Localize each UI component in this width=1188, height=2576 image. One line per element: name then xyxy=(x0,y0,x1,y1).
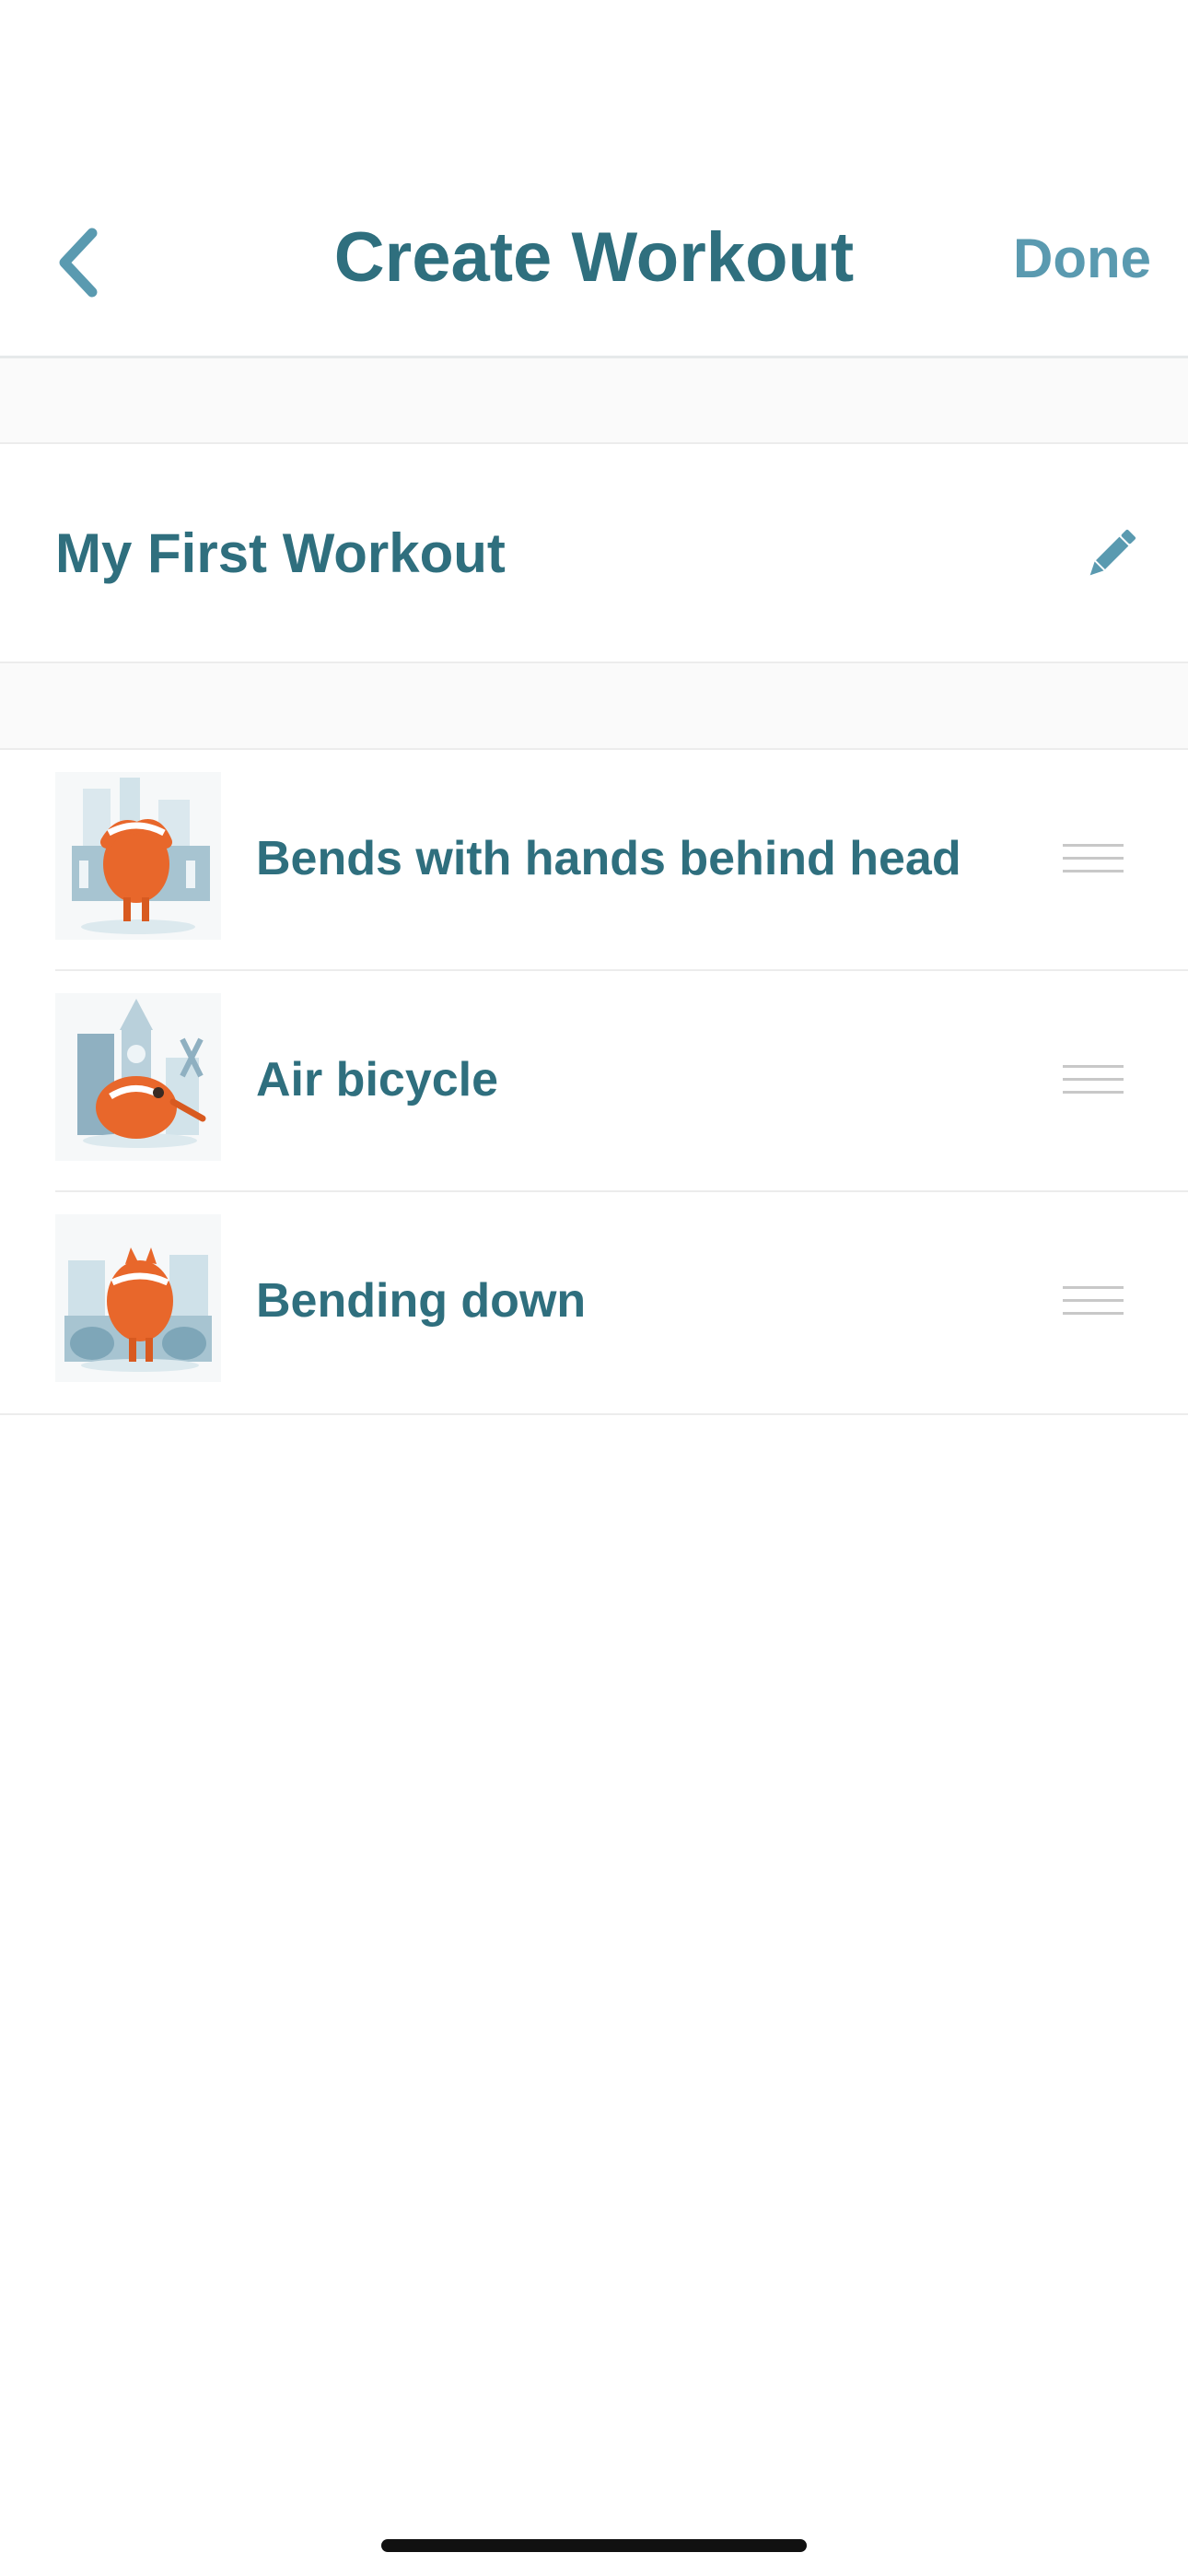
pencil-icon[interactable] xyxy=(1081,523,1142,584)
exercise-illustration xyxy=(55,772,221,940)
list-item[interactable]: Bends with hands behind head xyxy=(55,750,1188,971)
drag-handle-icon[interactable] xyxy=(1063,1061,1124,1098)
exercise-name: Air bicycle xyxy=(256,1053,499,1107)
home-indicator[interactable] xyxy=(381,2539,807,2552)
exercise-name: Bends with hands behind head xyxy=(256,832,961,885)
exercise-name: Bending down xyxy=(256,1274,587,1328)
section-spacer xyxy=(0,663,1188,748)
list-item[interactable]: Bending down xyxy=(55,1192,1188,1413)
drag-handle-icon[interactable] xyxy=(1063,840,1124,877)
done-button[interactable]: Done xyxy=(1013,227,1151,290)
list-item[interactable]: Air bicycle xyxy=(55,971,1188,1192)
exercise-illustration xyxy=(55,993,221,1161)
page-title: Create Workout xyxy=(333,218,855,297)
create-workout-screen: Create Workout Done My First Workout Ben… xyxy=(0,0,1188,2576)
section-spacer xyxy=(0,358,1188,442)
navigation-bar: Create Workout Done xyxy=(0,184,1188,358)
exercise-list: Bends with hands behind head Air bicycle… xyxy=(0,748,1188,1415)
workout-name: My First Workout xyxy=(55,522,506,584)
status-bar-area xyxy=(0,0,1188,184)
exercise-illustration xyxy=(55,1214,221,1382)
workout-name-row[interactable]: My First Workout xyxy=(0,442,1188,663)
drag-handle-icon[interactable] xyxy=(1063,1282,1124,1319)
